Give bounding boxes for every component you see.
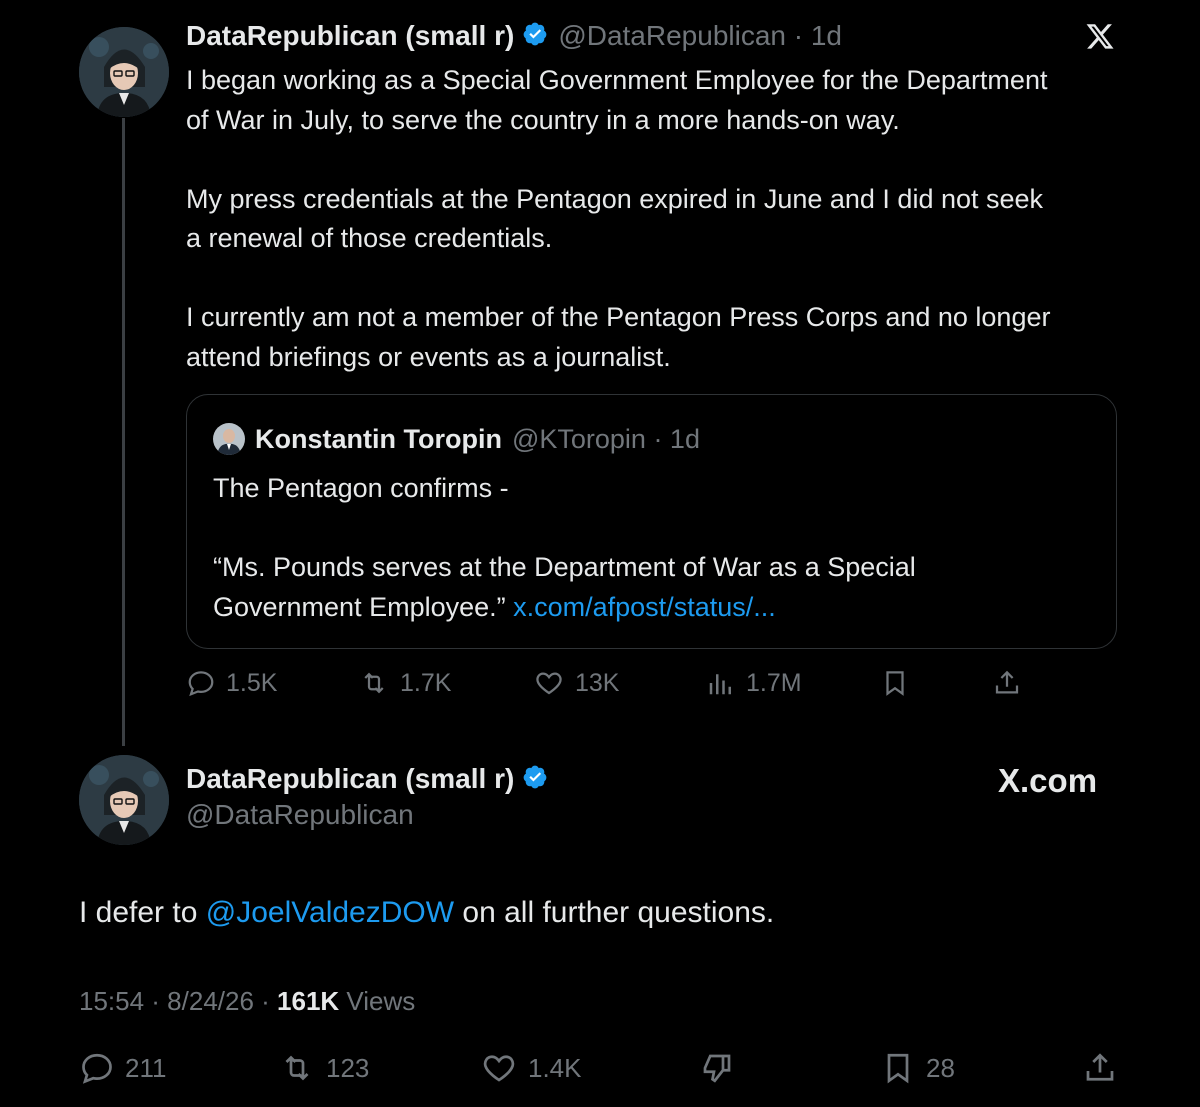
repost-icon (364, 672, 384, 694)
analytics-icon (709, 674, 731, 695)
like-button[interactable]: 13K (533, 668, 619, 698)
tweet-line: My press credentials at the Pentagon exp… (186, 183, 1044, 214)
mention-link[interactable]: @JoelValdezDOW (206, 896, 454, 929)
author-name[interactable]: DataRepublican (small r) (186, 20, 514, 52)
tweet-line: I currently am not a member of the Penta… (186, 302, 1051, 332)
repost-button[interactable]: 123 (278, 1050, 369, 1086)
thumbs-down-icon (703, 1054, 731, 1083)
reply-icon (82, 1053, 112, 1084)
views-button[interactable]: 1.7M (706, 668, 802, 698)
avatar-image (79, 755, 169, 845)
like-count: 1.4K (528, 1052, 582, 1083)
share-icon (995, 670, 1019, 694)
repost-button[interactable]: 1.7K (358, 668, 451, 698)
quoted-avatar (213, 423, 245, 455)
repost-count: 123 (326, 1052, 370, 1083)
share-button[interactable] (992, 668, 1032, 698)
tweet-line: a renewal of those credentials. (186, 223, 553, 253)
quoted-link[interactable]: x.com/afpost/status/... (513, 592, 776, 622)
tweet-line: attend briefings or events as a journali… (186, 341, 671, 372)
repost-count: 1.7K (400, 668, 452, 697)
tweet-body: I began working as a Special Government … (186, 61, 1146, 377)
quoted-tweet[interactable]: Konstantin Toropin @KToropin · 1d The Pe… (186, 394, 1117, 649)
tweet-text: I defer to (79, 896, 206, 929)
avatar[interactable] (79, 27, 169, 117)
views-label: Views (339, 986, 416, 1016)
like-button[interactable]: 1.4K (480, 1050, 582, 1086)
reply-count: 1.5K (226, 668, 278, 697)
like-count: 13K (575, 668, 620, 697)
x-com-watermark: X.com (998, 762, 1098, 799)
x-logo-icon[interactable] (1085, 24, 1115, 57)
tweet-line: I began working as a Special Government … (186, 65, 1048, 95)
bookmark-icon (887, 1053, 909, 1084)
author-name[interactable]: DataRepublican (small r) (186, 763, 514, 795)
reply-count: 211 (125, 1052, 167, 1083)
avatar[interactable] (79, 755, 169, 845)
tweet-text: on all further questions. (454, 896, 775, 929)
author-handle[interactable]: @DataRepublican (186, 799, 414, 831)
dislike-button[interactable] (699, 1050, 745, 1086)
quoted-author-handle-time: @KToropin · 1d (511, 423, 700, 454)
timestamp[interactable]: 15:54 · 8/24/26 · (79, 986, 277, 1016)
views-count: 161K (277, 986, 340, 1016)
reply-button[interactable]: 211 (79, 1050, 166, 1086)
verified-badge-icon (522, 21, 548, 52)
verified-badge-icon (522, 764, 548, 795)
author-handle-time[interactable]: @DataRepublican · 1d (558, 20, 842, 52)
share-icon (1086, 1053, 1114, 1081)
quoted-text-line: “Ms. Pounds serves at the Department of … (213, 552, 916, 582)
bookmark-icon (886, 671, 904, 696)
repost-icon (285, 1055, 309, 1081)
avatar-image (79, 27, 169, 117)
timestamp-views: 15:54 · 8/24/26 · 161K Views (79, 986, 415, 1017)
quoted-text-line: Government Employee.” (213, 591, 514, 622)
views-count: 1.7M (746, 668, 802, 697)
quoted-author-name: Konstantin Toropin (255, 423, 502, 454)
bookmark-button[interactable] (880, 668, 920, 698)
bookmark-button[interactable]: 28 (880, 1050, 955, 1086)
main-tweet-body: I defer to @JoelValdezDOW on all further… (79, 896, 774, 930)
bookmark-count: 28 (926, 1052, 955, 1083)
share-button[interactable] (1082, 1050, 1128, 1086)
quoted-text-line: The Pentagon confirms - (213, 473, 509, 503)
thread-line (122, 118, 125, 746)
reply-button[interactable]: 1.5K (186, 668, 277, 698)
heart-icon (536, 672, 562, 695)
tweet-line: of War in July, to serve the country in … (186, 104, 900, 135)
heart-icon (483, 1055, 515, 1082)
reply-icon (188, 671, 214, 697)
